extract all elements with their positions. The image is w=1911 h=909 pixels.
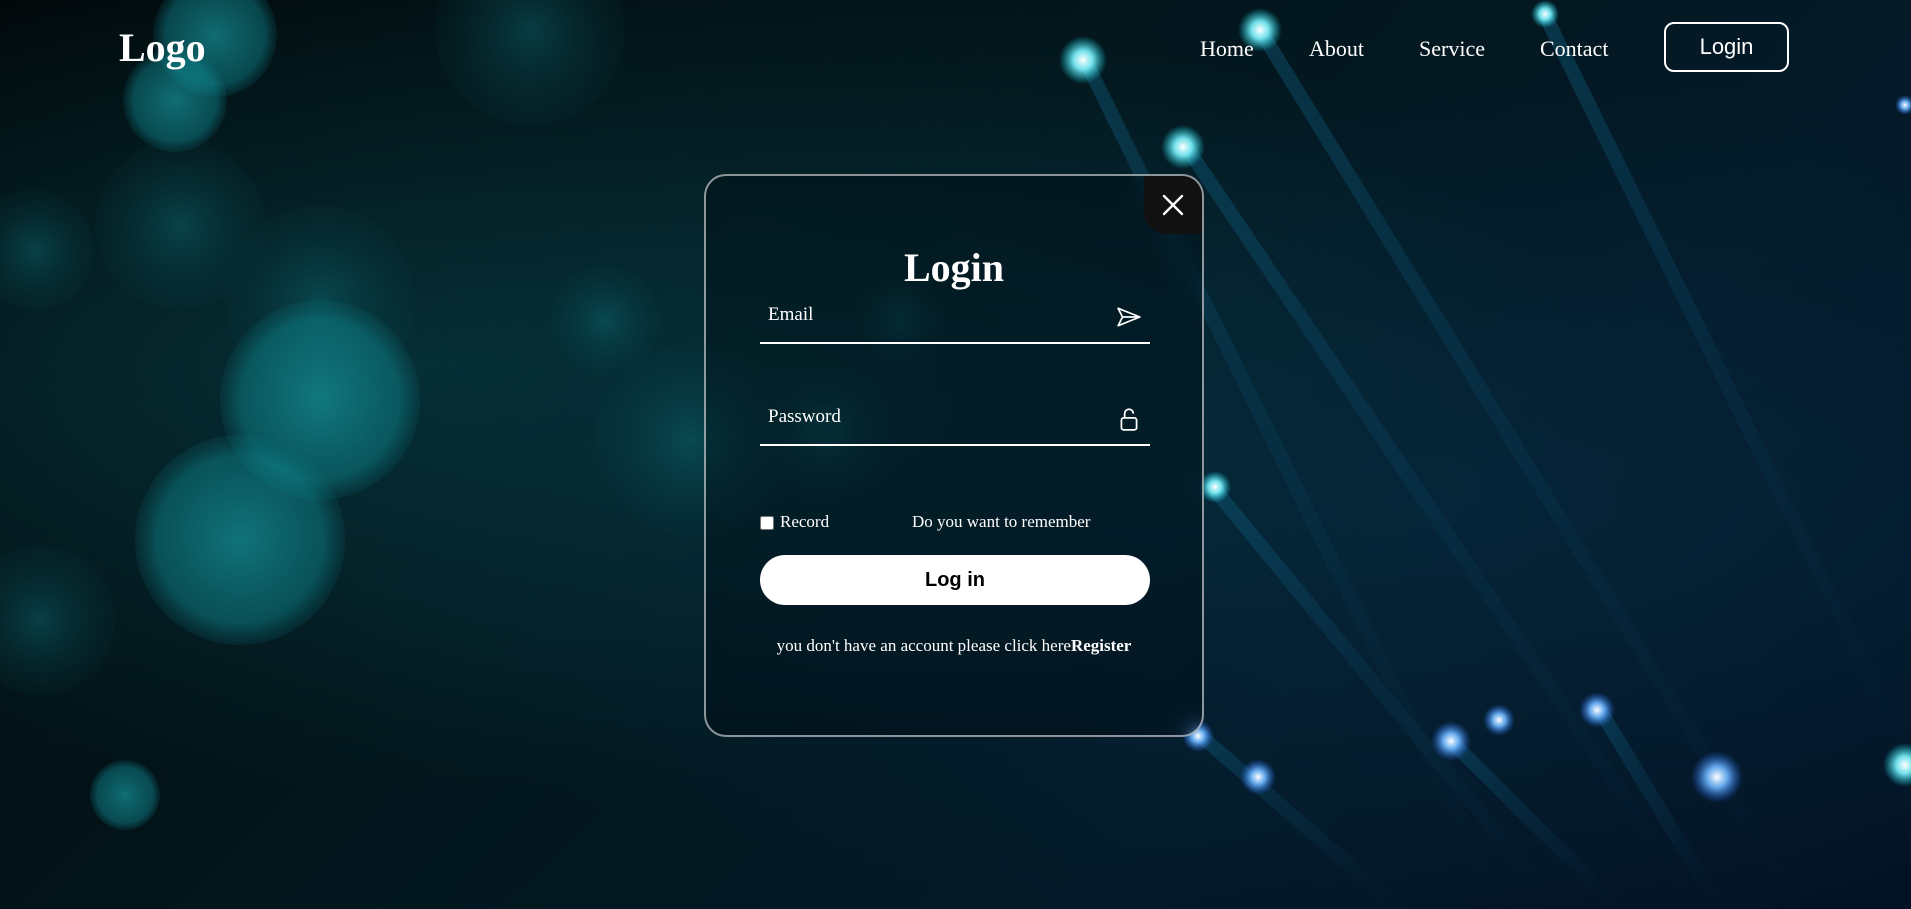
login-submit-button[interactable]: Log in bbox=[760, 555, 1150, 605]
record-checkbox[interactable] bbox=[760, 516, 774, 530]
email-field bbox=[760, 292, 1150, 344]
nav-about-link[interactable]: About bbox=[1309, 36, 1364, 62]
send-icon bbox=[1117, 307, 1141, 327]
login-title: Login bbox=[903, 245, 1005, 290]
nav-contact-link[interactable]: Contact bbox=[1540, 36, 1608, 62]
header-login-button[interactable]: Login bbox=[1664, 22, 1789, 72]
login-card: Login Record Do you want to remember Log… bbox=[704, 174, 1204, 737]
register-row: you don't have an account please click h… bbox=[706, 636, 1202, 656]
site-logo[interactable]: Logo bbox=[119, 24, 206, 71]
register-prompt: you don't have an account please click h… bbox=[776, 636, 1071, 655]
email-input[interactable] bbox=[766, 292, 1100, 338]
close-icon bbox=[1162, 194, 1184, 216]
remember-row: Record Do you want to remember bbox=[760, 512, 1150, 534]
nav-home-link[interactable]: Home bbox=[1200, 36, 1254, 62]
password-field bbox=[760, 394, 1150, 446]
nav-service-link[interactable]: Service bbox=[1419, 36, 1485, 62]
remember-text: Do you want to remember bbox=[912, 512, 1091, 531]
site-header: Logo Home About Service Contact Login bbox=[0, 0, 1911, 100]
close-button[interactable] bbox=[1144, 176, 1202, 234]
record-label: Record bbox=[780, 512, 830, 531]
password-input[interactable] bbox=[766, 394, 1100, 440]
register-link[interactable]: Register bbox=[1071, 636, 1131, 655]
unlock-icon bbox=[1120, 408, 1138, 431]
